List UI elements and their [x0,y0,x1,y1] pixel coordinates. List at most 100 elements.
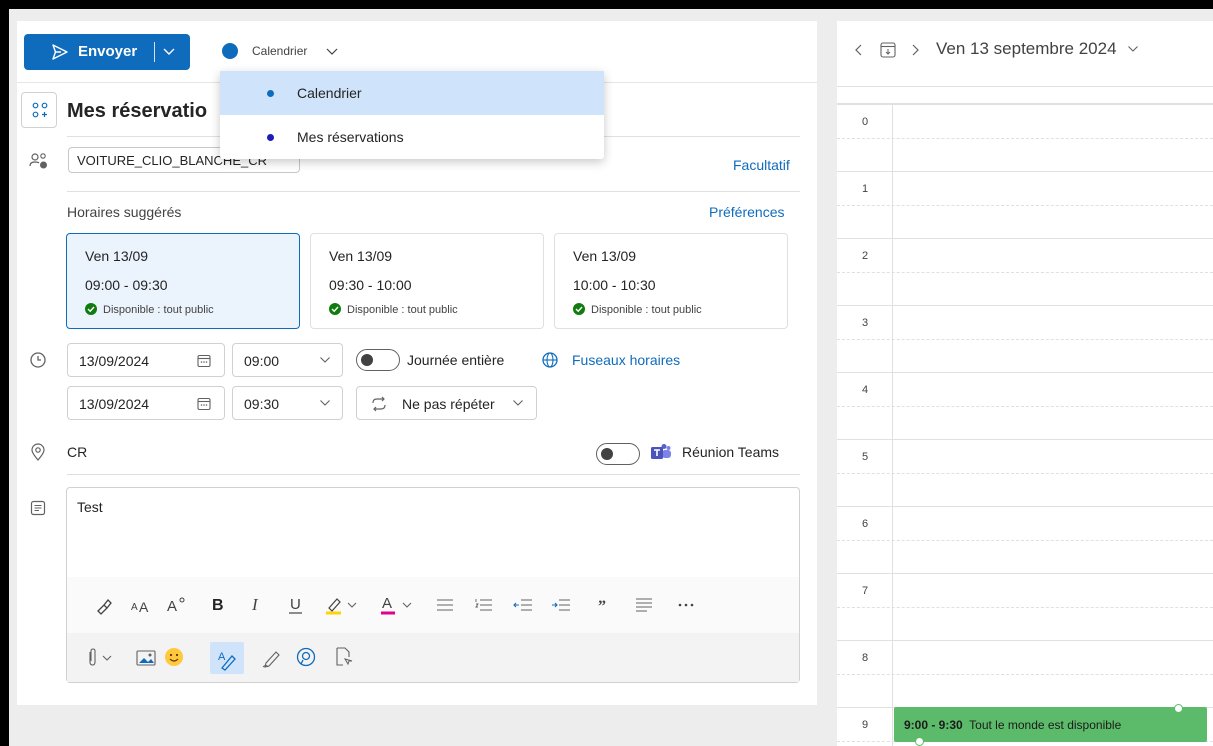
hour-column-divider [892,104,893,746]
event-type-button[interactable] [21,92,57,128]
half-hour-line [837,473,1213,474]
slot-availability-label: Disponible : tout public [591,304,702,316]
previous-day-icon[interactable] [854,43,864,57]
align-icon[interactable] [635,598,653,612]
event-time: 9:00 - 9:30 [904,718,963,732]
repeat-dropdown[interactable]: Ne pas répéter [356,386,537,420]
half-hour-line [837,607,1213,608]
slot-day: Ven 13/09 [329,248,393,264]
clock-icon [29,351,47,369]
hour-row[interactable] [837,640,1213,707]
text-effects-icon[interactable]: A [167,596,187,614]
more-options-icon[interactable] [677,602,695,608]
hour-label: 3 [862,317,869,329]
suggested-slot[interactable]: Ven 13/09 10:00 - 10:30 Disponible : tou… [554,233,788,329]
check-circle-icon [85,303,97,315]
event-title: Tout le monde est disponible [969,718,1122,732]
timezones-link[interactable]: Fuseaux horaires [572,352,680,368]
optional-attendees-link[interactable]: Facultatif [733,157,790,173]
send-label: Envoyer [78,43,138,60]
attach-file-icon[interactable] [84,648,116,668]
menu-item-mes-reservations[interactable]: Mes réservations [220,115,604,159]
start-time-field[interactable]: 09:00 [232,343,343,377]
calendar-color-dot [222,43,238,59]
preferences-link[interactable]: Préférences [709,204,784,220]
insert-picture-icon[interactable] [136,649,156,667]
repeat-icon [370,396,388,412]
teams-meeting-toggle[interactable] [596,443,640,465]
send-icon [51,43,69,61]
send-options-chevron-icon[interactable] [162,44,176,58]
hour-row[interactable] [837,506,1213,573]
message-body-text[interactable]: Test [77,499,103,515]
highlight-icon[interactable] [325,594,361,616]
check-circle-icon [573,303,585,315]
end-date-value: 13/09/2024 [79,396,150,412]
emoji-icon[interactable] [164,647,184,667]
send-button[interactable]: Envoyer [24,34,190,70]
hour-label: 2 [862,250,869,262]
font-size-icon[interactable]: AA [131,598,153,614]
calendar-date-picker[interactable]: Ven 13 septembre 2024 [936,39,1117,59]
increase-indent-icon[interactable] [551,598,571,612]
toggle-knob [361,354,373,366]
hour-label: 5 [862,451,869,463]
half-hour-line [837,138,1213,139]
location-pin-icon [30,443,46,461]
hour-label: 6 [862,518,869,530]
calendar-event[interactable]: 9:00 - 9:30 Tout le monde est disponible [894,707,1207,742]
calendar-picker-icon[interactable] [196,353,212,369]
menu-item-calendrier[interactable]: Calendrier [220,71,604,115]
all-day-toggle[interactable] [356,349,400,371]
globe-icon[interactable] [541,351,559,369]
slot-availability-label: Disponible : tout public [103,304,214,316]
underline-icon[interactable]: U [288,595,304,615]
slot-day: Ven 13/09 [85,248,149,264]
svg-text:A: A [131,602,138,613]
editor-icon[interactable]: A [210,642,244,674]
event-resize-handle-bottom[interactable] [915,737,924,746]
svg-text:”: ” [598,598,606,611]
svg-text:A: A [218,651,226,663]
today-icon[interactable] [879,41,897,59]
loop-component-icon[interactable] [296,647,316,667]
hour-row[interactable] [837,573,1213,640]
hour-row[interactable] [837,439,1213,506]
numbered-list-icon[interactable] [475,598,493,612]
quote-icon[interactable]: ” [598,597,612,611]
calendar-dropdown-menu: Calendrier Mes réservations [220,71,604,159]
decrease-indent-icon[interactable] [513,598,533,612]
apps-document-icon[interactable] [335,647,353,667]
location-value[interactable]: CR [67,444,87,460]
calendar-color-dot [267,90,274,97]
chevron-down-icon[interactable] [1127,44,1139,54]
notes-icon [30,500,46,516]
hour-row[interactable] [837,104,1213,171]
font-color-icon[interactable]: A [381,594,417,616]
next-day-icon[interactable] [910,43,920,57]
hour-row[interactable] [837,305,1213,372]
calendar-picker-icon[interactable] [196,396,212,412]
start-date-field[interactable]: 13/09/2024 [67,343,225,377]
hour-row[interactable] [837,372,1213,439]
event-title[interactable]: Mes réservatio [67,100,207,123]
svg-text:A: A [167,598,177,614]
suggested-slot[interactable]: Ven 13/09 09:00 - 09:30 Disponible : tou… [66,233,300,329]
chevron-down-icon [319,398,331,408]
calendar-all-day-row [837,86,1213,104]
event-resize-handle-top[interactable] [1174,704,1183,713]
end-time-field[interactable]: 09:30 [232,386,343,420]
svg-text:A: A [139,599,149,614]
signature-icon[interactable] [262,648,282,668]
calendar-event-label: 9:00 - 9:30 Tout le monde est disponible [904,718,1121,732]
bold-icon[interactable]: B [211,595,227,613]
format-painter-icon[interactable] [95,597,113,615]
bullet-list-icon[interactable] [436,598,454,612]
hour-row[interactable] [837,171,1213,238]
hour-label: 0 [862,116,869,128]
start-date-value: 13/09/2024 [79,353,150,369]
end-date-field[interactable]: 13/09/2024 [67,386,225,420]
suggested-slot[interactable]: Ven 13/09 09:30 - 10:00 Disponible : tou… [310,233,544,329]
italic-icon[interactable]: I [251,595,265,613]
hour-row[interactable] [837,238,1213,305]
